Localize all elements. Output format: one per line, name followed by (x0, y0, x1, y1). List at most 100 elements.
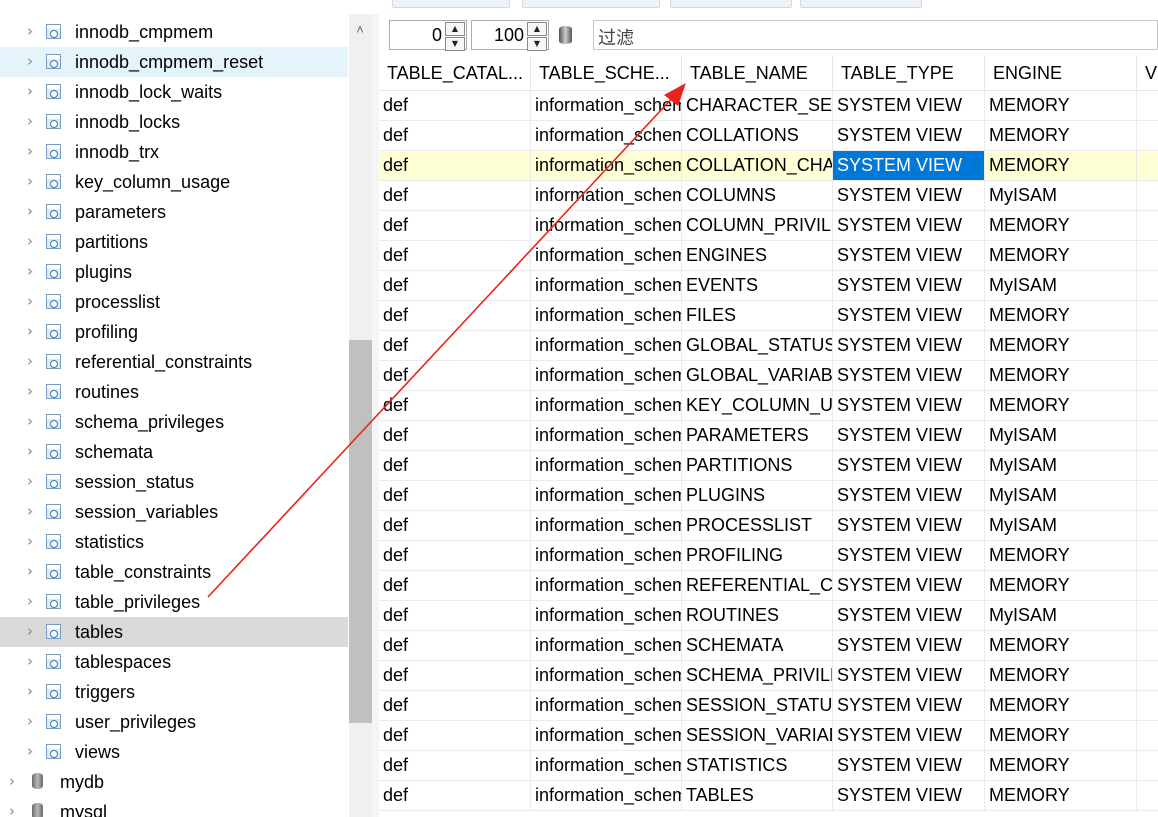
table-cell[interactable]: MEMORY (985, 661, 1137, 691)
table-cell[interactable]: SESSION_VARIABLES (682, 721, 833, 751)
table-cell[interactable]: FILES (682, 301, 833, 331)
column-header[interactable]: TABLE_TYPE (833, 56, 985, 91)
table-row[interactable]: def information_schemaSESSION_VARIABLESSY… (379, 721, 1158, 751)
tree-item-innodb-cmpmem[interactable]: › innodb_cmpmem (0, 17, 348, 47)
table-row[interactable]: def information_schema SESSION_STATUS SYSTE… (379, 691, 1158, 721)
table-cell[interactable]: SYSTEM VIEW (833, 271, 985, 301)
table-row[interactable]: def information_schema FILES SYSTEM VIEW MEM… (379, 301, 1158, 331)
column-header[interactable]: TABLE_NAME (682, 56, 833, 91)
table-cell[interactable]: MyISAM (985, 451, 1137, 481)
table-cell[interactable]: def (379, 331, 531, 361)
table-cell[interactable] (1137, 691, 1158, 721)
table-row[interactable]: def information_schema COLUMNS SYSTEM VIEW M… (379, 181, 1158, 211)
table-cell[interactable]: SYSTEM VIEW (833, 691, 985, 721)
toolbar-button[interactable] (392, 0, 510, 8)
table-cell[interactable]: MyISAM (985, 271, 1137, 301)
table-cell[interactable] (1137, 601, 1158, 631)
table-cell[interactable]: SYSTEM VIEW (833, 631, 985, 661)
column-header[interactable]: TABLE_SCHE... (531, 56, 682, 91)
table-row[interactable]: def information_schema SCHEMATA SYSTEM VIEW… (379, 631, 1158, 661)
table-cell[interactable] (1137, 181, 1158, 211)
tree-item-schema-privileges[interactable]: › schema_privileges (0, 407, 348, 437)
table-cell[interactable]: def (379, 691, 531, 721)
object-tree[interactable]: › innodb_cmpmem › innodb_cmpmem_reset › innod… (0, 14, 372, 817)
table-cell[interactable]: SESSION_STATUS (682, 691, 833, 721)
table-cell[interactable]: COLLATION_CHARACTER_SET_APPLICABILITY (682, 151, 833, 181)
table-cell[interactable]: def (379, 421, 531, 451)
table-cell[interactable]: information_schema (531, 181, 682, 211)
chevron-right-icon[interactable]: › (24, 174, 36, 189)
table-cell[interactable]: def (379, 781, 531, 811)
table-cell[interactable]: information_schema (531, 601, 682, 631)
chevron-right-icon[interactable]: › (24, 504, 36, 519)
spin-arrows-icon[interactable]: ▲ ▼ (527, 22, 547, 51)
table-cell[interactable]: MEMORY (985, 241, 1137, 271)
tree-item-user-privileges[interactable]: › user_privileges (0, 707, 348, 737)
table-cell[interactable]: SYSTEM VIEW (833, 481, 985, 511)
table-cell[interactable]: MEMORY (985, 631, 1137, 661)
table-cell[interactable]: def (379, 91, 531, 121)
table-cell[interactable]: PROFILING (682, 541, 833, 571)
table-cell[interactable]: MyISAM (985, 511, 1137, 541)
table-row[interactable]: def information_schema EVENTS SYSTEM VIEW My… (379, 271, 1158, 301)
table-cell[interactable]: def (379, 601, 531, 631)
table-cell[interactable]: SCHEMA_PRIVILEGES (682, 661, 833, 691)
table-row[interactable]: def information_schemaSCHEMA_PRIVILEGESSY… (379, 661, 1158, 691)
table-cell[interactable]: information_schema (531, 721, 682, 751)
table-cell[interactable]: information_schema (531, 511, 682, 541)
table-row[interactable]: def information_schema COLLATIONS SYSTEM VI… (379, 121, 1158, 151)
table-cell[interactable] (1137, 331, 1158, 361)
table-cell[interactable]: def (379, 481, 531, 511)
table-row[interactable]: def information_schema PLUGINS SYSTEM VIEW M… (379, 481, 1158, 511)
chevron-right-icon[interactable]: › (24, 684, 36, 699)
table-cell[interactable]: SYSTEM VIEW (833, 421, 985, 451)
table-cell[interactable]: MEMORY (985, 571, 1137, 601)
table-cell[interactable]: SYSTEM VIEW (833, 151, 985, 181)
chevron-right-icon[interactable]: › (24, 654, 36, 669)
tree-item-key-column-usage[interactable]: › key_column_usage (0, 167, 348, 197)
scroll-up-icon[interactable]: ˄ (354, 23, 366, 36)
table-cell[interactable]: ROUTINES (682, 601, 833, 631)
table-cell[interactable]: information_schema (531, 781, 682, 811)
table-cell[interactable]: information_schema (531, 271, 682, 301)
chevron-right-icon[interactable]: › (6, 774, 18, 789)
table-row[interactable]: def information_schema STATISTICS SYSTEM VI… (379, 751, 1158, 781)
table-row[interactable]: def information_schema ROUTINES SYSTEM VIEW… (379, 601, 1158, 631)
table-row[interactable]: def information_schemaCOLLATION_CHARACTER… (379, 151, 1158, 181)
chevron-right-icon[interactable]: › (24, 264, 36, 279)
table-cell[interactable]: def (379, 451, 531, 481)
table-cell[interactable]: PROCESSLIST (682, 511, 833, 541)
table-cell[interactable]: MyISAM (985, 481, 1137, 511)
table-cell[interactable]: MEMORY (985, 781, 1137, 811)
table-cell[interactable] (1137, 451, 1158, 481)
table-row[interactable]: def information_schema TABLES SYSTEM VIEW ME… (379, 781, 1158, 811)
table-cell[interactable]: def (379, 721, 531, 751)
table-cell[interactable]: information_schema (531, 241, 682, 271)
tree-item-parameters[interactable]: › parameters (0, 197, 348, 227)
table-cell[interactable]: SYSTEM VIEW (833, 781, 985, 811)
table-cell[interactable]: SYSTEM VIEW (833, 181, 985, 211)
table-cell[interactable]: MEMORY (985, 541, 1137, 571)
table-cell[interactable]: MEMORY (985, 751, 1137, 781)
table-cell[interactable]: def (379, 631, 531, 661)
table-cell[interactable]: information_schema (531, 631, 682, 661)
table-cell[interactable]: SYSTEM VIEW (833, 601, 985, 631)
tree-item-referential-constraints[interactable]: › referential_constraints (0, 347, 348, 377)
table-cell[interactable]: information_schema (531, 541, 682, 571)
table-cell[interactable]: MEMORY (985, 151, 1137, 181)
tree-item-table-privileges[interactable]: › table_privileges (0, 587, 348, 617)
table-cell[interactable] (1137, 151, 1158, 181)
scrollbar-thumb[interactable] (349, 340, 372, 723)
table-cell[interactable]: def (379, 241, 531, 271)
table-cell[interactable] (1137, 241, 1158, 271)
table-row[interactable]: def information_schema ENGINES SYSTEM VIEW M… (379, 241, 1158, 271)
table-cell[interactable]: GLOBAL_STATUS (682, 331, 833, 361)
table-cell[interactable]: SYSTEM VIEW (833, 451, 985, 481)
table-cell[interactable]: information_schema (531, 661, 682, 691)
table-cell[interactable]: SYSTEM VIEW (833, 721, 985, 751)
table-cell[interactable] (1137, 421, 1158, 451)
table-cell[interactable]: SYSTEM VIEW (833, 661, 985, 691)
table-cell[interactable]: def (379, 511, 531, 541)
table-cell[interactable]: def (379, 211, 531, 241)
table-cell[interactable]: information_schema (531, 361, 682, 391)
